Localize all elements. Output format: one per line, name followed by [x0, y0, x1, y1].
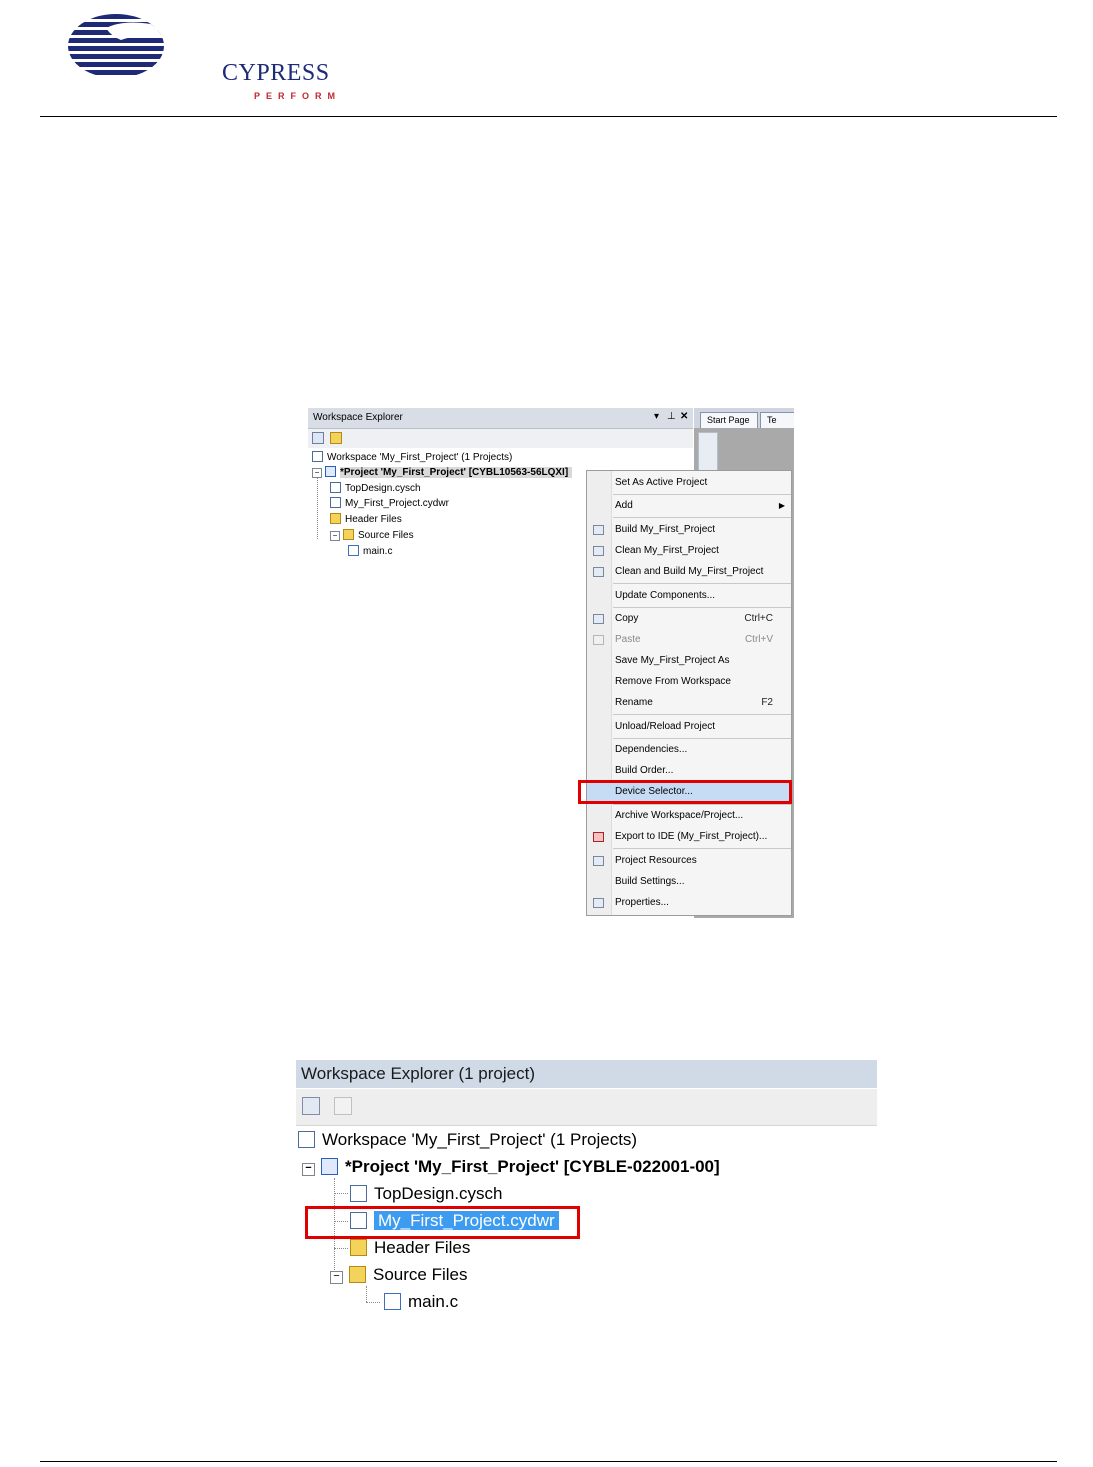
folder-icon [343, 529, 354, 540]
editor-tab-strip: Start Page Te [694, 408, 794, 428]
menu-item-update-components[interactable]: Update Components... [587, 586, 791, 606]
menu-item-save-as[interactable]: Save My_First_Project As [587, 651, 791, 671]
menu-item-add[interactable]: Add ▶ [587, 496, 791, 516]
workspace-explorer-screenshot: Workspace Explorer (1 project) Workspace… [296, 1060, 877, 1316]
submenu-arrow-icon: ▶ [778, 501, 785, 510]
menu-item-clean[interactable]: Clean My_First_Project [587, 541, 791, 561]
clean-icon [593, 546, 604, 556]
paste-icon [593, 635, 604, 645]
collapse-all-icon[interactable] [302, 1097, 320, 1115]
menu-item-remove[interactable]: Remove From Workspace [587, 672, 791, 692]
tree-project-node[interactable]: − *Project 'My_First_Project' [CYBL10563-… [312, 465, 573, 480]
tree-item-topdesign[interactable]: TopDesign.cysch [350, 1181, 503, 1207]
header-divider [40, 116, 1057, 117]
tree-item-header-files[interactable]: Header Files [330, 512, 402, 527]
folder-icon [349, 1266, 366, 1283]
folder-icon [350, 1239, 367, 1256]
workspace-icon [298, 1131, 315, 1148]
panel-title: Workspace Explorer [313, 412, 403, 423]
tree-item-cydwr[interactable]: My_First_Project.cydwr [330, 496, 449, 511]
clean-build-icon [593, 567, 604, 577]
menu-item-copy[interactable]: Copy Ctrl+C [587, 609, 791, 629]
menu-item-paste[interactable]: Paste Ctrl+V [587, 630, 791, 650]
collapse-icon[interactable]: − [330, 1271, 343, 1284]
dropdown-icon[interactable]: ▾ [654, 411, 659, 422]
tree-item-main-c[interactable]: main.c [348, 544, 392, 559]
menu-item-export-ide[interactable]: Export to IDE (My_First_Project)... [587, 827, 791, 847]
project-icon [325, 466, 336, 477]
tree-item-topdesign[interactable]: TopDesign.cysch [330, 481, 421, 496]
schematic-icon [330, 482, 341, 493]
menu-item-clean-build[interactable]: Clean and Build My_First_Project [587, 562, 791, 582]
menu-item-rename[interactable]: Rename F2 [587, 693, 791, 713]
project-context-menu: Set As Active Project Add ▶ Build My_Firs… [586, 470, 792, 916]
menu-item-archive[interactable]: Archive Workspace/Project... [587, 806, 791, 826]
tab-start-page[interactable]: Start Page [700, 412, 758, 428]
c-file-icon [348, 545, 359, 556]
export-icon [593, 832, 604, 842]
workspace-toolbar [308, 429, 693, 448]
folder-icon [330, 513, 341, 524]
logo-tagline: PERFORM [254, 91, 341, 101]
collapse-icon[interactable]: − [302, 1163, 315, 1176]
tab-topdesign[interactable]: Te [760, 412, 794, 428]
pin-icon[interactable]: ⊥ [667, 411, 676, 422]
show-files-icon[interactable] [330, 432, 342, 444]
workspace-icon [312, 451, 323, 462]
resources-icon [593, 856, 604, 866]
workspace-explorer-titlebar: Workspace Explorer (1 project) [296, 1060, 877, 1088]
tree-workspace-node[interactable]: Workspace 'My_First_Project' (1 Projects… [312, 450, 512, 465]
design-wide-resources-icon [330, 497, 341, 508]
schematic-icon [350, 1185, 367, 1202]
logo-wordmark: CYPRESS [222, 60, 330, 86]
tree-workspace-node[interactable]: Workspace 'My_First_Project' (1 Projects… [298, 1127, 637, 1153]
collapse-icon[interactable]: − [330, 531, 340, 541]
highlight-box-cydwr [305, 1206, 580, 1239]
workspace-explorer-titlebar: Workspace Explorer ▾ ⊥ ✕ [308, 408, 693, 429]
menu-item-build[interactable]: Build My_First_Project [587, 520, 791, 540]
menu-item-build-settings[interactable]: Build Settings... [587, 872, 791, 892]
menu-item-build-order[interactable]: Build Order... [587, 761, 791, 781]
tree-item-source-files[interactable]: − Source Files [330, 1262, 467, 1288]
close-icon[interactable]: ✕ [680, 411, 688, 422]
menu-item-unload-reload[interactable]: Unload/Reload Project [587, 717, 791, 737]
copy-icon [593, 614, 604, 624]
menu-item-dependencies[interactable]: Dependencies... [587, 740, 791, 760]
tree-item-main-c[interactable]: main.c [384, 1289, 458, 1315]
collapse-all-icon[interactable] [312, 432, 324, 444]
highlight-box-device-selector [578, 780, 792, 804]
project-icon [321, 1158, 338, 1175]
properties-icon [593, 898, 604, 908]
workspace-toolbar [296, 1089, 877, 1126]
pointer-tool-icon[interactable] [698, 432, 718, 474]
show-files-icon[interactable] [334, 1097, 352, 1115]
tree-project-node[interactable]: − *Project 'My_First_Project' [CYBLE-0220… [302, 1154, 720, 1180]
cypress-logo: CYPRESS PERFORM [66, 8, 335, 101]
tree-item-source-files[interactable]: − Source Files [330, 528, 414, 543]
build-icon [593, 525, 604, 535]
c-file-icon [384, 1293, 401, 1310]
menu-item-project-resources[interactable]: Project Resources [587, 851, 791, 871]
menu-item-properties[interactable]: Properties... [587, 893, 791, 913]
workspace-explorer-context-menu-screenshot: Workspace Explorer ▾ ⊥ ✕ Start Page Te W… [308, 408, 794, 918]
menu-item-set-active[interactable]: Set As Active Project [587, 473, 791, 493]
footer-divider [40, 1461, 1057, 1462]
